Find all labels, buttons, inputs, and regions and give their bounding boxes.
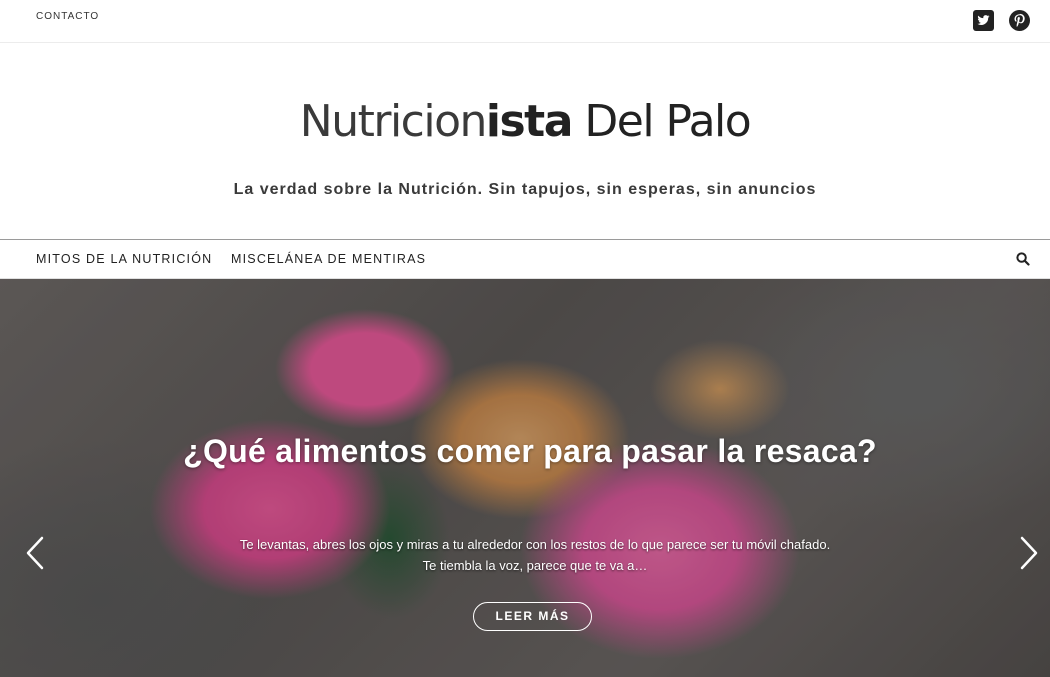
twitter-icon[interactable] [972,9,994,31]
contact-link[interactable]: CONTACTO [36,11,99,22]
search-icon[interactable] [1016,252,1030,266]
read-more-button[interactable]: LEER MÁS [473,602,592,631]
site-header: Nutricionista Del Palo La verdad sobre l… [0,44,1050,239]
hero-excerpt-line1: Te levantas, abres los ojos y miras a tu… [239,537,831,552]
site-logo[interactable]: Nutricionista Del Palo [0,96,1050,147]
site-tagline: La verdad sobre la Nutrición. Sin tapujo… [233,181,817,198]
nav-item-miscelanea[interactable]: MISCELÁNEA DE MENTIRAS [231,252,426,266]
top-bar: CONTACTO [0,0,1050,43]
chevron-left-icon[interactable] [25,536,45,570]
pinterest-icon[interactable] [1008,9,1030,31]
logo-text-part3: Del Palo [571,96,751,147]
hero-excerpt: Te levantas, abres los ojos y miras a tu… [190,534,880,576]
logo-text-part1: Nutricion [299,96,488,147]
logo-text-part2: ista [485,96,574,147]
main-nav: MITOS DE LA NUTRICIÓN MISCELÁNEA DE MENT… [0,239,1050,279]
hero-slider: ¿Qué alimentos comer para pasar la resac… [0,279,1050,677]
nav-item-mitos[interactable]: MITOS DE LA NUTRICIÓN [36,252,212,266]
chevron-right-icon[interactable] [1019,536,1039,570]
hero-excerpt-line2: Te tiembla la voz, parece que te va a… [422,558,648,573]
hero-title[interactable]: ¿Qué alimentos comer para pasar la resac… [180,432,880,471]
